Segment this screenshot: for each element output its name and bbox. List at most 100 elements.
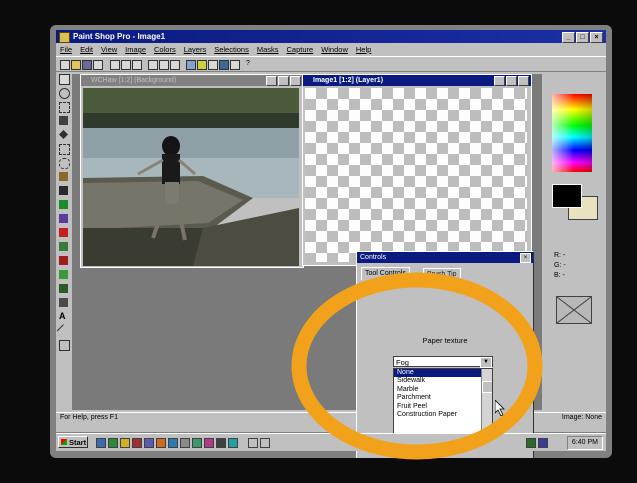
texture-option-marble[interactable]: Marble — [394, 386, 492, 394]
palette-icon[interactable] — [197, 60, 207, 70]
quicklaunch-icon[interactable] — [156, 438, 166, 448]
copy-icon[interactable] — [121, 60, 131, 70]
open-folder-icon[interactable] — [71, 60, 81, 70]
retouch-icon[interactable] — [59, 242, 68, 251]
photo-maximize-button[interactable] — [278, 76, 289, 86]
menu-file[interactable]: File — [60, 44, 72, 55]
paintbrush-icon[interactable] — [59, 200, 68, 209]
texture-option-fruit-peel[interactable]: Fruit Peel — [394, 403, 492, 411]
selection-tool-icon[interactable] — [59, 144, 70, 155]
menu-colors[interactable]: Colors — [154, 44, 176, 55]
quicklaunch-icon[interactable] — [144, 438, 154, 448]
paper-texture-dropdown-list[interactable]: None Sidewalk Marble Parchment Fruit Pee… — [393, 368, 493, 438]
menu-masks[interactable]: Masks — [257, 44, 279, 55]
menu-window[interactable]: Window — [321, 44, 348, 55]
close-button[interactable]: × — [590, 32, 603, 43]
taskbar-app-button[interactable] — [248, 438, 258, 448]
tray-icon[interactable] — [538, 438, 548, 448]
picture-tube-icon[interactable] — [59, 270, 68, 279]
quicklaunch-icon[interactable] — [132, 438, 142, 448]
quicklaunch-icon[interactable] — [168, 438, 178, 448]
help-pointer-icon[interactable]: ? — [246, 60, 254, 68]
quicklaunch-icon[interactable] — [192, 438, 202, 448]
toolbar: ? — [56, 56, 606, 72]
texture-option-parchment[interactable]: Parchment — [394, 394, 492, 402]
layer-window-title-bar[interactable]: Image1 [1:2] (Layer1) — [303, 75, 531, 86]
texture-option-construction-paper[interactable]: Construction Paper — [394, 411, 492, 419]
scrollbar-thumb[interactable] — [482, 381, 492, 393]
tray-icon[interactable] — [526, 438, 536, 448]
zoom-tool-icon[interactable] — [59, 88, 70, 99]
quicklaunch-icon[interactable] — [180, 438, 190, 448]
photo-image-window[interactable]: WCHaw [1:2] (Background) — [80, 74, 304, 268]
transparent-canvas[interactable] — [305, 88, 527, 262]
quicklaunch-icon[interactable] — [216, 438, 226, 448]
deformation-tool-icon[interactable] — [59, 102, 70, 113]
save-icon[interactable] — [82, 60, 92, 70]
minimize-button[interactable]: _ — [562, 32, 575, 43]
layer-minimize-button[interactable] — [494, 76, 505, 86]
histogram-icon[interactable] — [208, 60, 218, 70]
menu-edit[interactable]: Edit — [80, 44, 93, 55]
color-replacer-icon[interactable] — [59, 228, 68, 237]
chevron-down-icon[interactable]: ▼ — [480, 357, 492, 368]
clone-brush-icon[interactable] — [59, 214, 68, 223]
quicklaunch-icon[interactable] — [204, 438, 214, 448]
crop-tool-icon[interactable] — [59, 116, 68, 125]
texture-option-sidewalk[interactable]: Sidewalk — [394, 377, 492, 385]
title-bar[interactable]: Paint Shop Pro - Image1 _ □ × — [56, 30, 606, 43]
controls-close-button[interactable]: × — [520, 253, 531, 263]
eraser-icon[interactable] — [59, 256, 68, 265]
quicklaunch-icon[interactable] — [120, 438, 130, 448]
quicklaunch-icon[interactable] — [228, 438, 238, 448]
magic-wand-icon[interactable] — [59, 172, 68, 181]
photo-canvas[interactable] — [83, 88, 299, 266]
taskbar-app-button[interactable] — [260, 438, 270, 448]
menu-layers[interactable]: Layers — [184, 44, 207, 55]
tab-brush-tip[interactable]: Brush Tip — [423, 268, 461, 281]
quicklaunch-icon[interactable] — [96, 438, 106, 448]
layer-maximize-button[interactable] — [506, 76, 517, 86]
photo-window-title-bar[interactable]: WCHaw [1:2] (Background) — [81, 75, 303, 86]
photo-minimize-button[interactable] — [266, 76, 277, 86]
dropdown-scrollbar[interactable] — [481, 369, 492, 437]
start-button[interactable]: Start — [58, 436, 88, 448]
print-icon[interactable] — [93, 60, 103, 70]
mouse-pointer-icon — [495, 400, 505, 416]
undo-icon[interactable] — [148, 60, 158, 70]
tab-tool-controls[interactable]: Tool Controls — [361, 267, 410, 280]
overview-icon[interactable] — [230, 60, 240, 70]
menu-capture[interactable]: Capture — [287, 44, 314, 55]
flood-fill-icon[interactable] — [59, 298, 68, 307]
zoom-icon[interactable] — [159, 60, 169, 70]
style-swatch-null[interactable] — [556, 296, 592, 324]
cut-icon[interactable] — [110, 60, 120, 70]
texture-option-none[interactable]: None — [394, 369, 492, 378]
menu-selections[interactable]: Selections — [214, 44, 249, 55]
menu-view[interactable]: View — [101, 44, 117, 55]
dropper-icon[interactable] — [59, 186, 68, 195]
airbrush-icon[interactable] — [59, 284, 68, 293]
browse-icon[interactable] — [170, 60, 180, 70]
text-tool-icon[interactable]: A — [59, 312, 68, 321]
maximize-button[interactable]: □ — [576, 32, 589, 43]
paper-texture-select[interactable]: Fog ▼ — [393, 356, 493, 368]
menu-help[interactable]: Help — [356, 44, 371, 55]
layers-icon[interactable] — [186, 60, 196, 70]
menu-image[interactable]: Image — [125, 44, 146, 55]
layer-close-button[interactable] — [518, 76, 529, 86]
shape-tool-icon[interactable] — [59, 340, 70, 351]
line-tool-icon[interactable] — [56, 324, 71, 338]
layer-image-window[interactable]: Image1 [1:2] (Layer1) — [302, 74, 532, 266]
mover-tool-icon[interactable] — [59, 130, 68, 139]
foreground-color-swatch[interactable] — [552, 184, 582, 208]
quicklaunch-icon[interactable] — [108, 438, 118, 448]
photo-close-button[interactable] — [290, 76, 301, 86]
paste-icon[interactable] — [132, 60, 142, 70]
new-file-icon[interactable] — [60, 60, 70, 70]
arrow-tool-icon[interactable] — [59, 74, 70, 85]
color-picker-spectrum[interactable] — [552, 94, 592, 172]
freehand-tool-icon[interactable] — [59, 158, 70, 169]
controls-icon[interactable] — [219, 60, 229, 70]
controls-title-bar[interactable]: Controls × — [357, 252, 533, 263]
